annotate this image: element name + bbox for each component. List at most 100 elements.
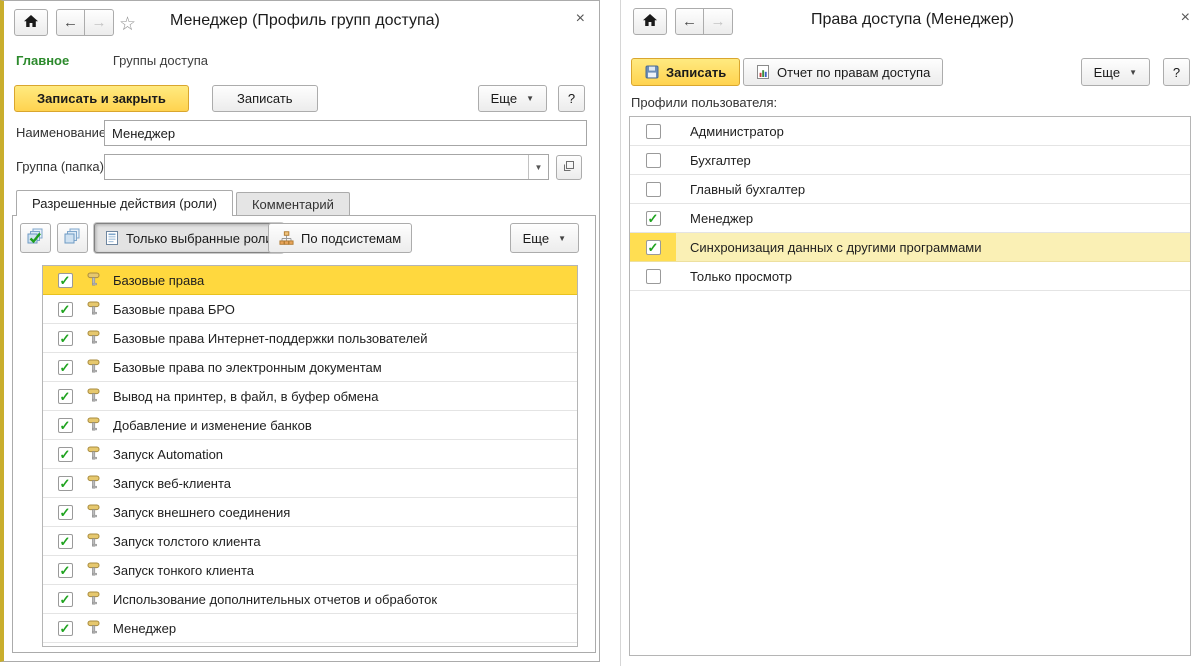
save-button[interactable]: Записать — [212, 85, 318, 112]
checkbox-cell: ✓ — [630, 233, 676, 261]
profile-row[interactable]: ✓ Менеджер — [630, 204, 1190, 233]
checkbox-checked[interactable]: ✓ — [646, 240, 661, 255]
role-row[interactable]: ✓ Базовые права — [43, 266, 577, 295]
checkbox-checked[interactable]: ✓ — [58, 621, 73, 636]
role-label: Запуск тонкого клиента — [113, 563, 254, 578]
role-label: Менеджер — [113, 621, 176, 636]
by-subsystems-button[interactable]: По подсистемам — [268, 223, 412, 253]
role-row[interactable]: ✓Базовые права БРО — [43, 295, 577, 324]
name-input[interactable] — [104, 120, 587, 146]
group-field-label: Группа (папка): — [16, 159, 108, 174]
checkbox-unchecked[interactable] — [646, 124, 661, 139]
checkbox-unchecked[interactable] — [646, 153, 661, 168]
role-row[interactable]: ✓ Базовые права Интернет-поддержки пользо… — [43, 324, 577, 353]
tab-comment-label: Комментарий — [252, 197, 334, 212]
more-button[interactable]: Еще ▼ — [1081, 58, 1150, 86]
profile-row[interactable]: Бухгалтер — [630, 146, 1190, 175]
role-row[interactable]: ✓ Менеджер — [43, 614, 577, 643]
checkbox-cell — [630, 117, 676, 145]
checkbox-cell — [630, 175, 676, 203]
checkbox-cell — [630, 262, 676, 290]
role-row[interactable]: ✓ Запуск веб-клиента — [43, 469, 577, 498]
close-icon[interactable]: × — [1181, 10, 1190, 26]
checkbox-checked[interactable]: ✓ — [58, 592, 73, 607]
checkbox-checked[interactable]: ✓ — [58, 563, 73, 578]
uncheck-all-icon — [64, 228, 81, 248]
name-field-label: Наименование: — [16, 125, 110, 140]
profile-editor-window: ← → ☆ Менеджер (Профиль групп доступа) ×… — [0, 0, 600, 662]
checkbox-unchecked[interactable] — [646, 182, 661, 197]
role-row[interactable]: ✓Использование дополнительных отчетов и … — [43, 585, 577, 614]
checkbox-checked[interactable]: ✓ — [58, 302, 73, 317]
more-button[interactable]: Еще ▼ — [478, 85, 547, 112]
favorite-star-icon[interactable]: ☆ — [119, 13, 136, 36]
save-button[interactable]: Записать — [631, 58, 740, 86]
role-row[interactable]: ✓Добавление и изменение банков — [43, 411, 577, 440]
access-rights-report-button[interactable]: Отчет по правам доступа — [743, 58, 943, 86]
roles-panel: Только выбранные роли По подсистемам Еще… — [12, 215, 596, 653]
checkbox-checked[interactable]: ✓ — [58, 418, 73, 433]
check-all-icon — [27, 228, 44, 248]
save-and-close-label: Записать и закрыть — [37, 91, 166, 106]
window-title: Права доступа (Менеджер) — [621, 11, 1204, 29]
only-selected-roles-toggle[interactable]: Только выбранные роли — [94, 223, 284, 253]
checkbox-checked[interactable]: ✓ — [58, 447, 73, 462]
nav-link-main[interactable]: Главное — [16, 53, 69, 68]
profile-row[interactable]: Только просмотр — [630, 262, 1190, 291]
roles-more-button[interactable]: Еще ▼ — [510, 223, 579, 253]
profile-row[interactable]: ✓Синхронизация данных с другими программ… — [630, 233, 1190, 262]
home-button[interactable] — [14, 9, 48, 36]
role-label: Запуск веб-клиента — [113, 476, 231, 491]
group-dropdown-icon[interactable]: ▼ — [528, 155, 548, 179]
role-label: Базовые права — [113, 273, 204, 288]
tab-allowed-actions[interactable]: Разрешенные действия (роли) — [16, 190, 233, 216]
profile-label: Менеджер — [690, 211, 753, 226]
role-key-icon — [87, 388, 100, 404]
nav-link-access-groups[interactable]: Группы доступа — [113, 53, 208, 68]
roles-more-label: Еще — [523, 231, 549, 246]
role-row[interactable]: ✓Запуск внешнего соединения — [43, 498, 577, 527]
document-list-icon — [105, 231, 119, 245]
checkbox-checked[interactable]: ✓ — [58, 389, 73, 404]
role-row[interactable]: ✓Вывод на принтер, в файл, в буфер обмен… — [43, 382, 577, 411]
checkbox-cell: ✓ — [43, 353, 87, 381]
checkbox-checked[interactable]: ✓ — [58, 273, 73, 288]
role-row[interactable]: ✓Запуск Automation — [43, 440, 577, 469]
checkbox-cell: ✓ — [43, 382, 87, 410]
history-nav: ← → — [56, 9, 114, 36]
checkbox-checked[interactable]: ✓ — [58, 476, 73, 491]
back-button[interactable]: ← — [56, 9, 85, 36]
by-subsystems-label: По подсистемам — [301, 231, 401, 246]
role-row[interactable]: ✓ Запуск тонкого клиента — [43, 556, 577, 585]
checkbox-checked[interactable]: ✓ — [58, 331, 73, 346]
role-row[interactable]: ✓Запуск толстого клиента — [43, 527, 577, 556]
checkbox-checked[interactable]: ✓ — [58, 534, 73, 549]
forward-button[interactable]: → — [85, 9, 114, 36]
more-label: Еще — [1094, 65, 1120, 80]
profile-row[interactable]: Администратор — [630, 117, 1190, 146]
checkbox-cell: ✓ — [43, 295, 87, 323]
checkbox-unchecked[interactable] — [646, 269, 661, 284]
more-label: Еще — [491, 91, 517, 106]
group-input[interactable] — [104, 154, 549, 180]
help-button[interactable]: ? — [558, 85, 585, 112]
roles-list: ✓Базовые права✓Базовые права БРО✓Базовые… — [42, 265, 578, 647]
checkbox-checked[interactable]: ✓ — [646, 211, 661, 226]
forward-icon: → — [92, 14, 107, 31]
profile-row[interactable]: Главный бухгалтер — [630, 175, 1190, 204]
role-row[interactable]: ✓Базовые права по электронным документам — [43, 353, 577, 382]
role-key-icon — [87, 446, 100, 462]
save-and-close-button[interactable]: Записать и закрыть — [14, 85, 189, 112]
checkbox-checked[interactable]: ✓ — [58, 505, 73, 520]
close-icon[interactable]: × — [576, 11, 585, 27]
group-open-button[interactable] — [556, 155, 582, 180]
role-label: Базовые права Интернет-поддержки пользов… — [113, 331, 428, 346]
section-links: Главное Группы доступа — [16, 53, 208, 68]
help-button[interactable]: ? — [1163, 58, 1190, 86]
tab-comment[interactable]: Комментарий — [236, 192, 350, 215]
check-all-button[interactable] — [20, 223, 51, 253]
tab-strip: Разрешенные действия (роли) Комментарий — [16, 190, 350, 215]
profile-label: Администратор — [690, 124, 784, 139]
uncheck-all-button[interactable] — [57, 223, 88, 253]
checkbox-checked[interactable]: ✓ — [58, 360, 73, 375]
